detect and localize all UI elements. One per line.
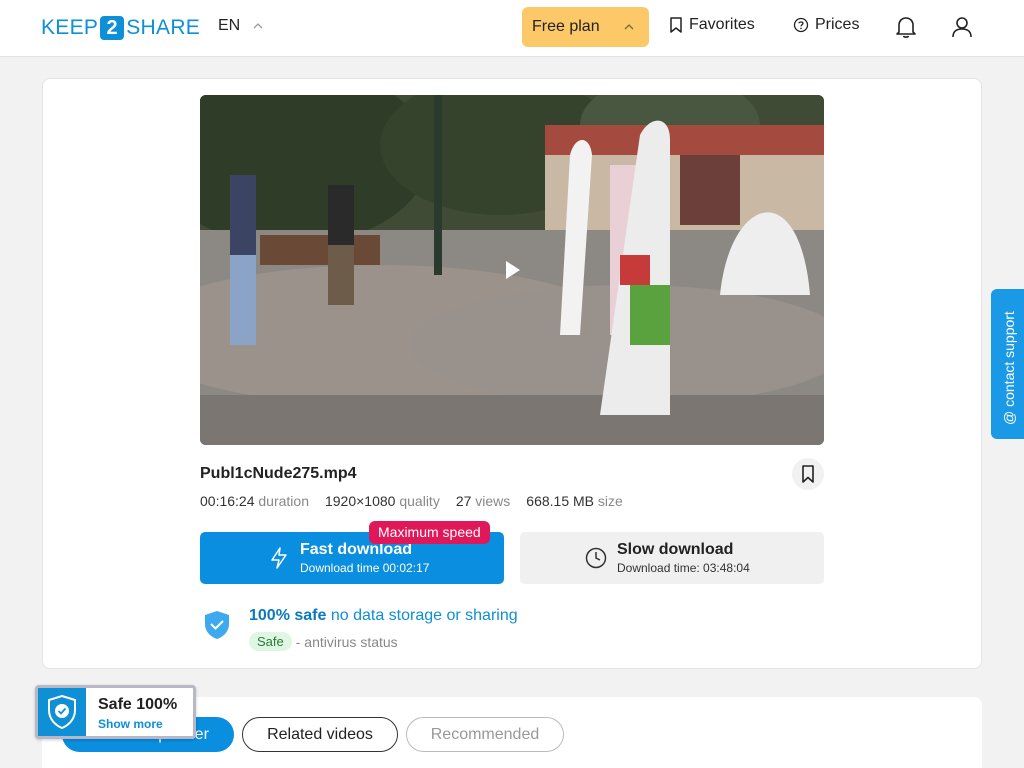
bookmark-icon xyxy=(670,17,682,33)
prices-label: Prices xyxy=(815,16,860,33)
antivirus-status: Safe - antivirus status xyxy=(249,632,398,651)
badge-shield-area xyxy=(38,688,86,736)
logo-text-share: SHARE xyxy=(126,16,201,39)
bookmark-icon xyxy=(802,465,814,483)
chevron-up-icon xyxy=(624,24,634,30)
bell-icon[interactable] xyxy=(895,15,917,39)
meta-duration: 00:16:24 duration xyxy=(200,493,309,509)
keep2share-logo[interactable]: KEEP 2 SHARE xyxy=(41,16,200,40)
favorites-label: Favorites xyxy=(689,16,755,33)
maximum-speed-badge: Maximum speed xyxy=(369,521,490,544)
slow-download-time: Download time: 03:48:04 xyxy=(617,561,750,575)
safety-statement: 100% safe no data storage or sharing xyxy=(249,607,518,625)
video-preview[interactable] xyxy=(200,95,824,445)
meta-size: 668.15 MB size xyxy=(526,493,623,509)
contact-support-tab[interactable]: @ contact support xyxy=(991,289,1024,439)
clock-icon xyxy=(585,547,607,569)
slow-download-button[interactable]: Slow download Download time: 03:48:04 xyxy=(520,532,824,584)
tab-related-videos[interactable]: Related videos xyxy=(242,717,398,752)
badge-title: Safe 100% xyxy=(98,696,178,713)
meta-views: 27 views xyxy=(455,493,511,509)
safety-headline: 100% safe xyxy=(249,607,327,624)
safe-100-badge[interactable]: Safe 100% Show more xyxy=(35,685,196,739)
favorites-link[interactable]: Favorites xyxy=(669,16,755,34)
shield-check-icon xyxy=(205,611,229,639)
plan-label: Free plan xyxy=(532,18,600,35)
logo-text-2: 2 xyxy=(100,16,125,40)
user-icon[interactable] xyxy=(951,15,973,39)
add-to-favorites-button[interactable] xyxy=(792,458,824,490)
logo-text-keep: KEEP xyxy=(41,16,99,39)
antivirus-status-text: - antivirus status xyxy=(295,633,398,650)
plan-dropdown[interactable]: Free plan xyxy=(522,7,649,47)
lightning-icon xyxy=(271,547,287,569)
shield-check-icon xyxy=(48,695,76,729)
top-header: KEEP 2 SHARE EN Free plan Favorites Prices xyxy=(0,0,1024,57)
play-icon[interactable] xyxy=(504,259,522,281)
language-selector[interactable]: EN xyxy=(218,17,264,35)
contact-support-label: @ contact support xyxy=(1001,311,1017,425)
safe-status-pill: Safe xyxy=(249,632,292,651)
file-name: Publ1cNude275.mp4 xyxy=(200,465,357,482)
safety-text: no data storage or sharing xyxy=(330,607,518,624)
fast-download-time: Download time 00:02:17 xyxy=(300,561,430,575)
chevron-up-icon xyxy=(253,23,263,29)
question-circle-icon xyxy=(793,17,809,33)
tab-recommended[interactable]: Recommended xyxy=(406,717,564,752)
meta-quality: 1920×1080 quality xyxy=(324,493,440,509)
prices-link[interactable]: Prices xyxy=(793,16,859,34)
file-meta: 00:16:24 duration 1920×1080 quality 27 v… xyxy=(200,493,623,509)
show-more-link[interactable]: Show more xyxy=(98,717,163,731)
language-label: EN xyxy=(218,17,241,34)
slow-download-title: Slow download xyxy=(617,541,734,558)
